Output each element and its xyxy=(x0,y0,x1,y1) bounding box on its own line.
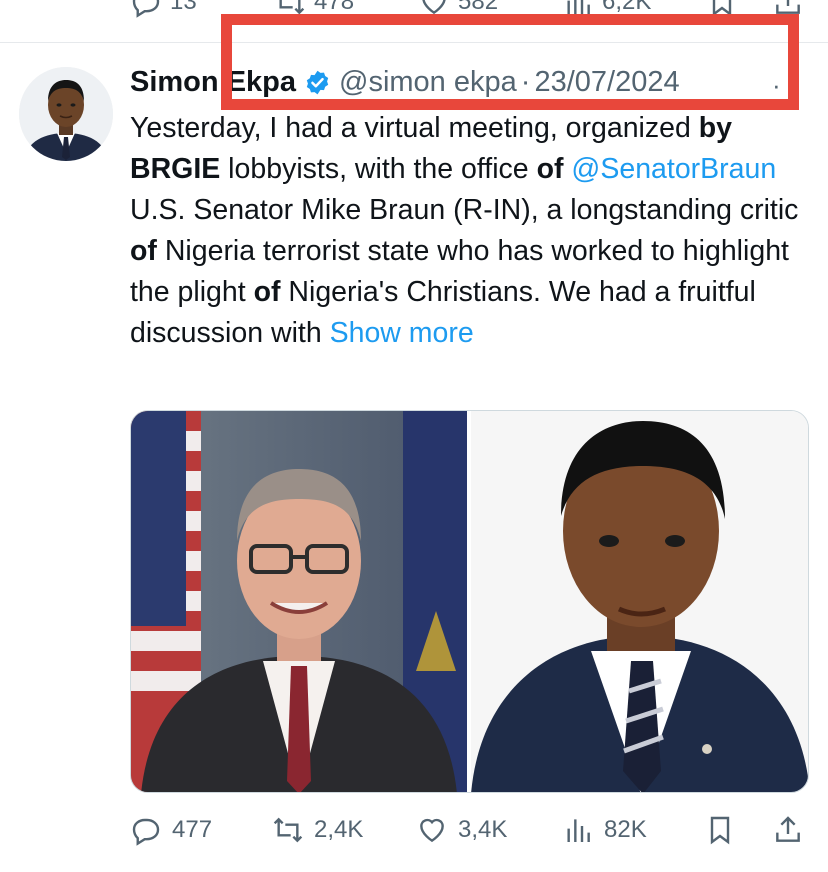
tweet-text: Yesterday, I had a virtual meeting, orga… xyxy=(130,112,799,349)
share-button[interactable] xyxy=(772,808,804,852)
reply-count: 477 xyxy=(172,816,213,843)
reply-button[interactable]: 477 xyxy=(130,808,212,852)
red-highlight-annotation xyxy=(221,14,799,110)
media-image-left[interactable] xyxy=(131,411,467,792)
prev-reply-count: 13 xyxy=(170,0,197,15)
avatar-portrait xyxy=(19,67,113,161)
reply-icon xyxy=(132,818,160,846)
like-button[interactable]: 3,4K xyxy=(416,808,507,852)
mention-link[interactable]: @SenatorBraun xyxy=(571,153,776,185)
reply-icon xyxy=(132,0,160,18)
views-icon xyxy=(567,819,590,842)
retweet-count: 2,4K xyxy=(314,816,364,843)
avatar[interactable] xyxy=(19,67,113,161)
share-icon xyxy=(776,816,800,842)
views-count: 82K xyxy=(604,816,647,843)
prev-reply-button[interactable]: 13 xyxy=(130,0,197,18)
heart-icon xyxy=(420,818,444,843)
like-count: 3,4K xyxy=(458,816,508,843)
portrait-photo-left xyxy=(131,411,467,792)
media-image-right[interactable] xyxy=(471,411,808,792)
portrait-photo-right xyxy=(471,411,808,792)
bookmark-icon xyxy=(710,816,730,845)
views-button[interactable]: 82K xyxy=(562,808,647,852)
retweet-button[interactable]: 2,4K xyxy=(272,808,363,852)
retweet-icon xyxy=(273,817,303,843)
tweet-media[interactable] xyxy=(130,410,809,793)
tweet-action-bar: 477 2,4K 3,4K 82K xyxy=(130,808,810,852)
show-more-link[interactable]: Show more xyxy=(330,317,474,349)
bookmark-button[interactable] xyxy=(704,808,736,852)
